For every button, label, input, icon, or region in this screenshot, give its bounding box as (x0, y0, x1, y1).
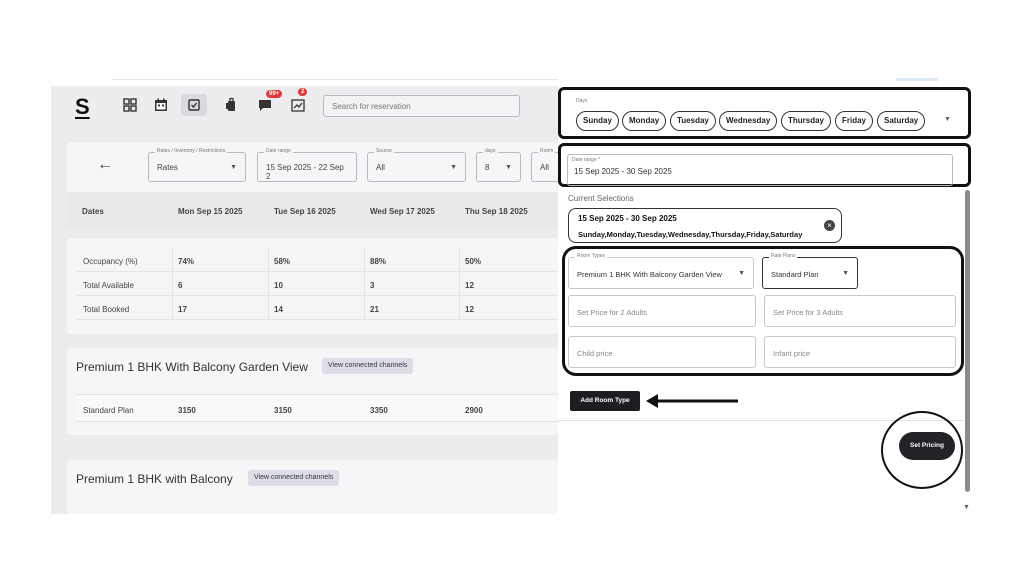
chevron-down-icon: ▼ (230, 164, 237, 171)
view-connected-channels-button[interactable]: View connected channels (248, 470, 340, 486)
table-row: Total Available 6 10 3 12 (77, 272, 558, 296)
date-range-input[interactable]: Date range * 15 Sep 2025 - 30 Sep 2025 (567, 154, 953, 186)
dates-header-row: Dates Mon Sep 15 2025 Tue Sep 16 2025 We… (67, 192, 558, 228)
selection-chip: 15 Sep 2025 - 30 Sep 2025 Sunday,Monday,… (568, 208, 842, 243)
chevron-down-icon: ▼ (450, 164, 457, 171)
bulk-pricing-panel: Days Sunday Monday Tuesday Wednesday Thu… (558, 82, 974, 516)
day-chip-wednesday[interactable]: Wednesday (719, 111, 778, 131)
day-chip-monday[interactable]: Monday (622, 111, 667, 131)
infant-price-input[interactable]: Infant price (764, 336, 956, 368)
column-divider (268, 248, 269, 320)
back-arrow-icon[interactable]: ← (97, 156, 113, 174)
price-2-adults-input[interactable]: Set Price for 2 Adults (568, 295, 756, 327)
calendar-check-icon[interactable] (181, 94, 207, 116)
room-title: Premium 1 BHK with Balcony (76, 472, 233, 486)
top-indicator (896, 78, 938, 81)
current-selections-label: Current Selections (568, 194, 634, 203)
rate-plans-select[interactable]: Rate Plans Standard Plan ▼ (762, 253, 858, 289)
message-badge: 2 (298, 88, 308, 96)
day-chip-tuesday[interactable]: Tuesday (670, 111, 716, 131)
column-divider (459, 248, 460, 320)
room-title: Premium 1 BHK With Balcony Garden View (76, 360, 308, 374)
date-range-wrapper: Date range * 15 Sep 2025 - 30 Sep 2025 (558, 143, 971, 187)
room-select[interactable]: Room All (531, 148, 558, 182)
room-types-select[interactable]: Room Types Premium 1 BHK With Balcony Ga… (568, 253, 754, 289)
day-chip-sunday[interactable]: Sunday (576, 111, 619, 131)
set-pricing-button[interactable]: Set Pricing (899, 432, 955, 460)
day-chip-friday[interactable]: Friday (835, 111, 874, 131)
room-type-form: Room Types Premium 1 BHK With Balcony Ga… (562, 246, 964, 376)
column-divider (364, 248, 365, 320)
scrollbar[interactable] (965, 190, 970, 492)
room-card: Premium 1 BHK with Balcony View connecte… (67, 460, 558, 514)
table-row: Occupancy (%) 74% 58% 88% 50% (77, 248, 558, 272)
chat-icon[interactable]: 99+ (256, 90, 283, 114)
day-chip-thursday[interactable]: Thursday (781, 111, 832, 131)
search-input[interactable]: Search for reservation (323, 95, 520, 117)
price-3-adults-input[interactable]: Set Price for 3 Adults (764, 295, 956, 327)
date-range-field[interactable]: Date range 15 Sep 2025 - 22 Sep 2 (257, 148, 357, 182)
add-room-type-button[interactable]: Add Room Type (570, 391, 640, 411)
top-bar: S 99+ 2 Search for reservation (51, 86, 558, 126)
view-connected-channels-button[interactable]: View connected channels (322, 358, 414, 374)
column-divider (172, 248, 173, 320)
stats-card: Occupancy (%) 74% 58% 88% 50% Total Avai… (67, 238, 558, 334)
source-select[interactable]: Source All ▼ (367, 148, 466, 182)
chevron-down-icon: ▼ (842, 270, 849, 277)
calendar-icon[interactable] (152, 96, 170, 114)
day-chip-saturday[interactable]: Saturday (877, 111, 926, 131)
app-logo[interactable]: S (75, 94, 90, 120)
table-row: Standard Plan 3150 3150 3350 2900 (77, 394, 558, 422)
chevron-down-icon: ▼ (505, 164, 512, 171)
chevron-down-icon[interactable]: ▼ (944, 116, 951, 123)
filter-card: ← Rates / Inventory / Restrictions Rates… (67, 142, 558, 228)
room-card: Premium 1 BHK With Balcony Garden View V… (67, 348, 558, 435)
top-divider (111, 79, 558, 80)
days-select[interactable]: days 8 ▼ (476, 148, 521, 182)
chevron-down-icon: ▼ (738, 270, 745, 277)
grid-icon[interactable] (121, 96, 139, 114)
child-price-input[interactable]: Child price (568, 336, 756, 368)
arrow-left-icon (646, 394, 738, 408)
notification-badge: 99+ (266, 90, 283, 98)
chart-icon[interactable]: 2 (289, 88, 308, 114)
days-selector: Days Sunday Monday Tuesday Wednesday Thu… (558, 87, 971, 139)
close-icon[interactable]: × (824, 220, 835, 231)
table-row: Total Booked 17 14 21 12 (77, 296, 558, 320)
scroll-down-icon[interactable]: ▼ (963, 504, 970, 511)
luggage-icon[interactable] (222, 96, 240, 114)
rates-select[interactable]: Rates / Inventory / Restrictions Rates ▼ (148, 148, 246, 182)
rates-grid-app: S 99+ 2 Search for reservation ← Rates /… (51, 86, 558, 514)
